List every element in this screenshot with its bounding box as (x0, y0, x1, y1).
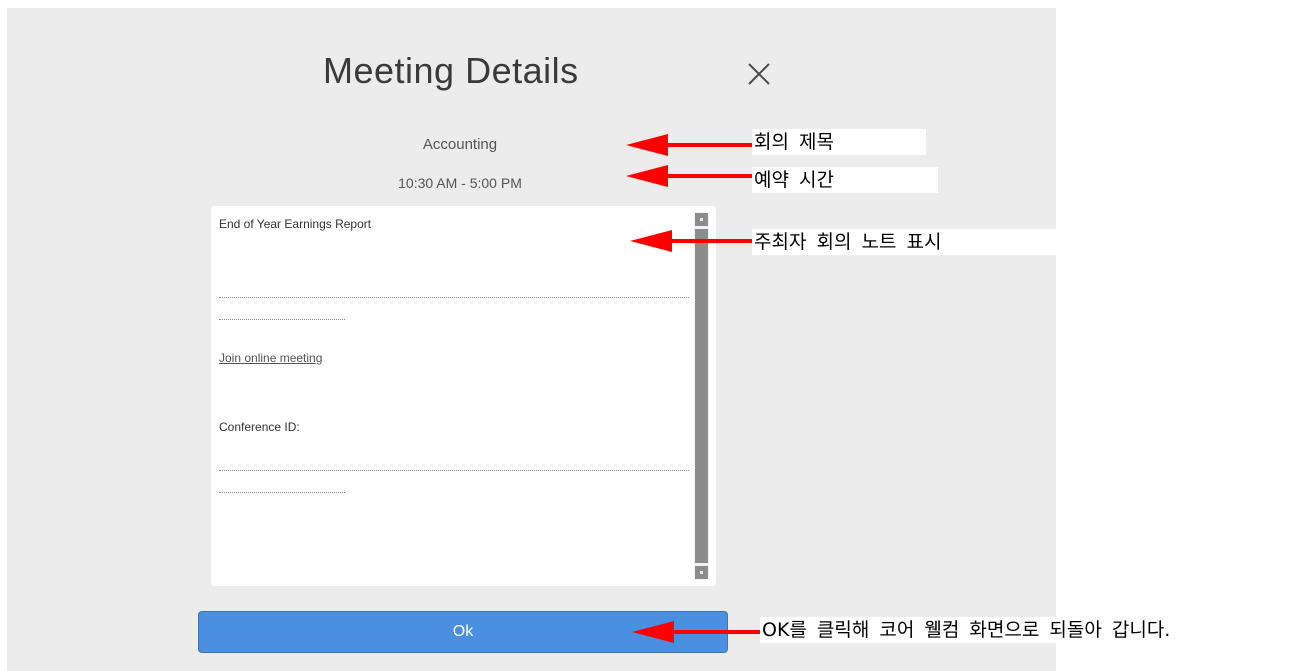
meeting-notes-panel[interactable]: End of Year Earnings Report Join online … (211, 206, 716, 586)
annotation-label-notes: 주최자 회의 노트 표시 (752, 229, 1059, 255)
scroll-down-icon (700, 571, 703, 574)
annotation-arrow-notes (630, 230, 754, 252)
dotted-separator (219, 319, 345, 320)
dotted-separator (219, 297, 689, 298)
notes-heading: End of Year Earnings Report (219, 217, 372, 231)
screenshot-stage: Meeting Details Accounting 10:30 AM - 5:… (0, 0, 1314, 671)
meeting-time: 10:30 AM - 5:00 PM (398, 175, 522, 191)
join-online-meeting-link[interactable]: Join online meeting (219, 351, 322, 365)
annotation-arrow-subject (626, 134, 754, 156)
dotted-separator (219, 492, 345, 493)
meeting-subject: Accounting (422, 136, 498, 153)
annotation-arrow-time (626, 165, 754, 187)
annotation-arrow-ok (632, 621, 760, 643)
dotted-separator (219, 470, 689, 471)
dialog-title: Meeting Details (323, 50, 579, 91)
annotation-label-ok: OK를 클릭해 코어 웰컴 화면으로 되돌아 갑니다. (760, 617, 1171, 643)
scroll-up-icon (700, 218, 703, 221)
annotation-label-time: 예약 시간 (752, 167, 938, 193)
annotation-label-subject: 회의 제목 (752, 129, 926, 155)
conference-id-label: Conference ID: (219, 420, 300, 434)
scroll-up-button[interactable] (695, 213, 708, 226)
scroll-down-button[interactable] (695, 566, 708, 579)
close-icon (748, 63, 770, 85)
notes-scrollbar[interactable] (694, 212, 709, 580)
close-button[interactable] (745, 60, 775, 90)
scrollbar-thumb[interactable] (695, 229, 708, 563)
